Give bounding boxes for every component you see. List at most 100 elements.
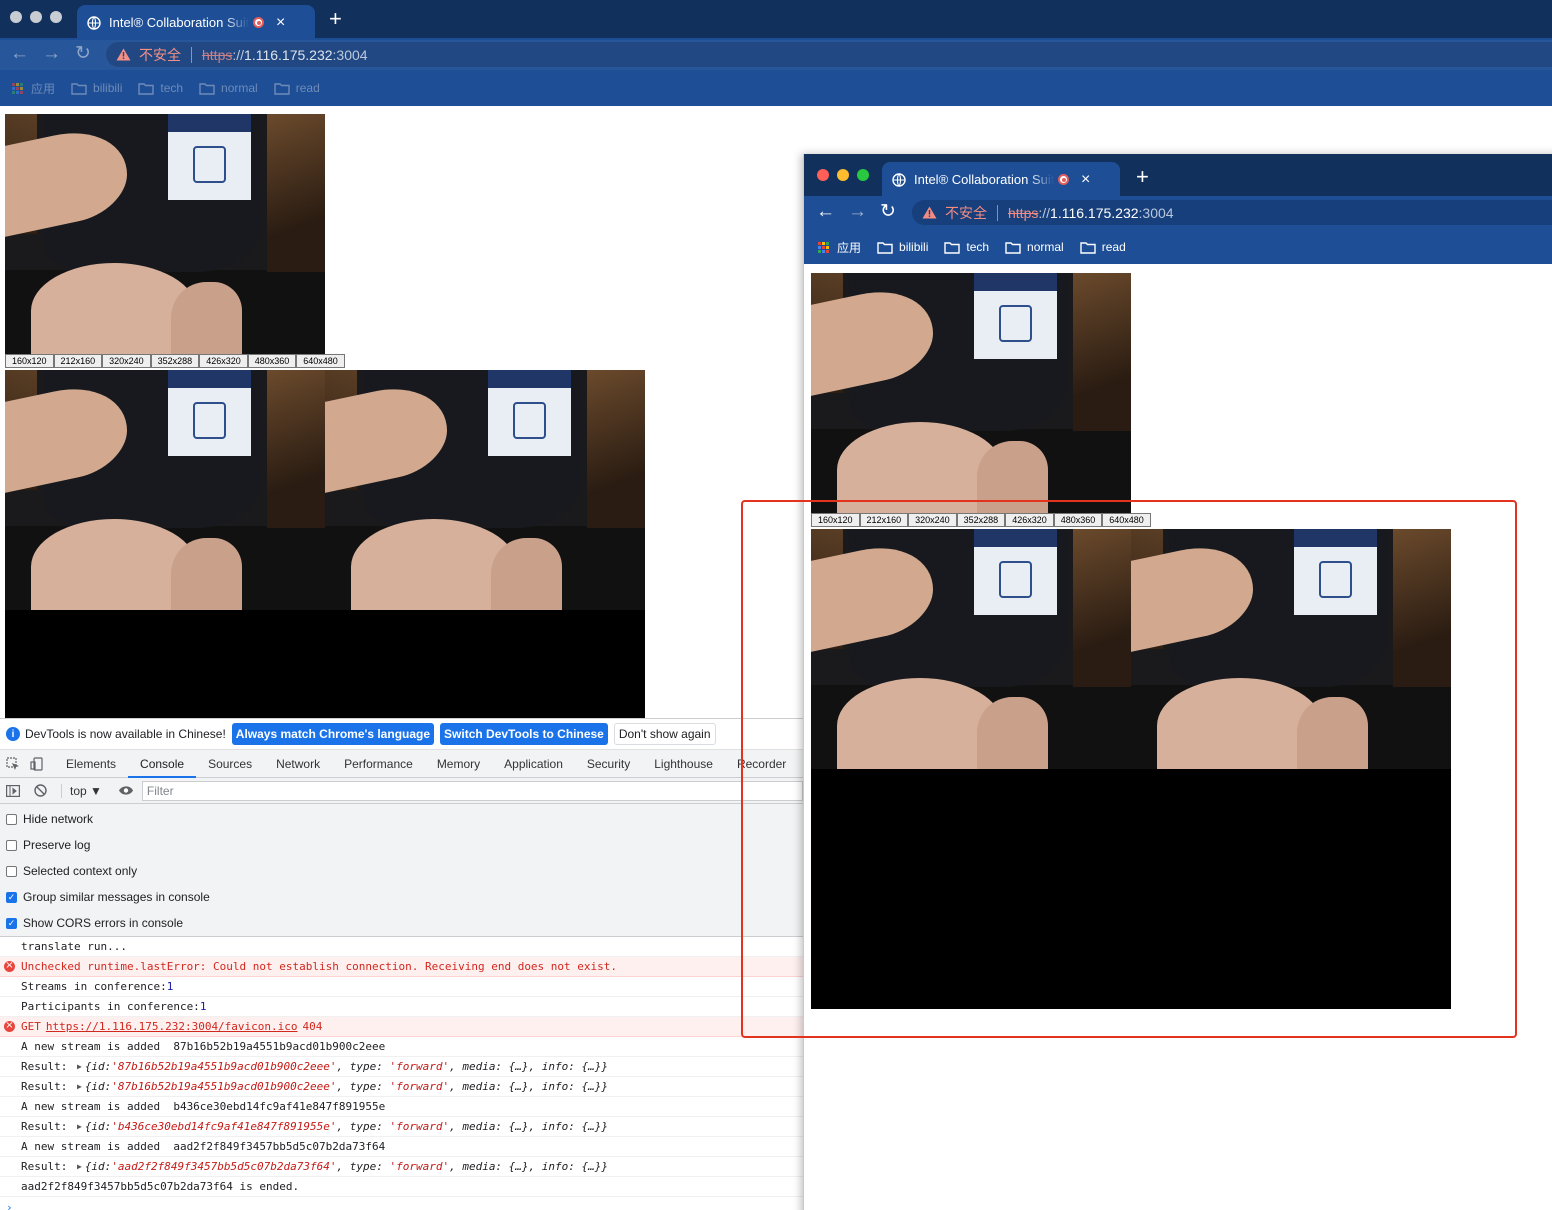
expand-triangle-icon[interactable]: ▶ <box>77 1122 82 1131</box>
reload-icon[interactable]: ↻ <box>880 202 896 221</box>
tab-elements[interactable]: Elements <box>54 750 128 778</box>
window-minimize-dot[interactable] <box>30 11 42 23</box>
bookmark-bilibili[interactable]: bilibili <box>877 240 928 254</box>
resolution-480x360-button[interactable]: 480x360 <box>247 354 297 368</box>
console-error: GEThttps://1.116.175.232:3004/favicon.ic… <box>0 1017 803 1037</box>
console-object[interactable]: Result: ▶ {id: '87b16b52b19a4551b9acd01b9… <box>0 1057 803 1077</box>
resolution-426x320-button[interactable]: 426x320 <box>199 354 248 368</box>
bookmark-read[interactable]: read <box>274 81 320 95</box>
tab-title: Intel® Collaboration Suite for <box>914 172 1054 187</box>
reload-icon[interactable]: ↻ <box>75 44 91 63</box>
bookmark-label: normal <box>1027 240 1064 254</box>
checkbox[interactable] <box>6 839 17 851</box>
remote-video-2 <box>325 370 645 610</box>
checkbox[interactable] <box>6 865 17 877</box>
resolution-212x160-button[interactable]: 212x160 <box>53 354 103 368</box>
tab-performance[interactable]: Performance <box>332 750 425 778</box>
warning-triangle-icon <box>116 48 131 61</box>
resolution-352x288-button[interactable]: 352x288 <box>150 354 200 368</box>
insecure-label: 不安全 <box>945 204 987 221</box>
console-filter-input[interactable]: Filter <box>141 780 803 801</box>
console-toolbar: top ▼ Filter <box>0 778 803 804</box>
setting-selected-context[interactable]: Selected context only <box>0 858 803 884</box>
dont-show-again-button[interactable]: Don't show again <box>613 723 716 745</box>
banner-text: DevTools is now available in Chinese! <box>25 727 226 741</box>
console-object[interactable]: Result: ▶ {id: '87b16b52b19a4551b9acd01b9… <box>0 1077 803 1097</box>
checkbox-checked[interactable] <box>6 891 17 903</box>
bookmark-label: bilibili <box>93 81 123 95</box>
favicon-link[interactable]: https://1.116.175.232:3004/favicon.ico <box>46 1020 298 1033</box>
setting-preserve-log[interactable]: Preserve log <box>0 832 803 858</box>
window-close-dot[interactable] <box>817 169 829 181</box>
browser-tab[interactable]: Intel® Collaboration Suite for × <box>77 5 315 40</box>
expand-triangle-icon[interactable]: ▶ <box>77 1062 82 1071</box>
tab-close-icon[interactable]: × <box>1081 171 1090 189</box>
live-expression-eye-icon[interactable] <box>118 785 134 796</box>
expand-triangle-icon[interactable]: ▶ <box>77 1082 82 1091</box>
apps-grid-icon <box>818 241 829 253</box>
checkbox-checked[interactable] <box>6 917 17 929</box>
console-error: Unchecked runtime.lastError: Could not e… <box>0 957 803 977</box>
url-port: :3004 <box>332 46 368 63</box>
expand-triangle-icon[interactable]: ▶ <box>77 1162 82 1171</box>
back-arrow-icon[interactable]: ← <box>816 202 835 221</box>
folder-icon <box>1080 241 1096 254</box>
new-tab-button[interactable]: + <box>329 6 342 32</box>
main-tabstrip: Intel® Collaboration Suite for × + <box>0 0 1552 40</box>
window-zoom-dot[interactable] <box>857 169 869 181</box>
tab-console[interactable]: Console <box>128 750 197 778</box>
context-selector[interactable]: top ▼ <box>61 783 102 798</box>
bookmark-apps[interactable]: 应用 <box>818 239 861 256</box>
bookmark-apps[interactable]: 应用 <box>12 80 55 97</box>
device-toolbar-icon[interactable] <box>30 756 44 771</box>
remote-video-3-ended <box>5 610 645 718</box>
console-message: translate run... <box>0 937 803 957</box>
sidebar-toggle-icon[interactable] <box>6 784 20 797</box>
checkbox[interactable] <box>6 813 17 825</box>
address-bar[interactable]: 不安全 https :// 1.116.175.232 :3004 <box>106 42 1552 67</box>
bookmark-tech[interactable]: tech <box>944 240 989 254</box>
inspect-element-icon[interactable] <box>6 756 20 771</box>
tab-network[interactable]: Network <box>264 750 332 778</box>
folder-icon <box>199 82 215 95</box>
clear-console-icon[interactable] <box>34 784 47 797</box>
console-object[interactable]: Result: ▶ {id: 'aad2f2f849f3457bb5d5c07b2… <box>0 1157 803 1177</box>
console-message: A new stream is added b436ce30ebd14fc9af… <box>0 1097 803 1117</box>
setting-group-similar[interactable]: Group similar messages in console <box>0 884 803 910</box>
match-language-button[interactable]: Always match Chrome's language <box>231 723 435 745</box>
tab-application[interactable]: Application <box>492 750 575 778</box>
back-arrow-icon[interactable]: ← <box>10 44 29 63</box>
window-zoom-dot[interactable] <box>50 11 62 23</box>
resolution-320x240-button[interactable]: 320x240 <box>102 354 151 368</box>
switch-to-chinese-button[interactable]: Switch DevTools to Chinese <box>440 723 608 745</box>
bookmark-bilibili[interactable]: bilibili <box>71 81 122 95</box>
forward-arrow-icon[interactable]: → <box>848 202 867 221</box>
omnibox-divider <box>997 204 998 221</box>
bookmark-normal[interactable]: normal <box>199 81 258 95</box>
address-bar[interactable]: 不安全 https :// 1.116.175.232 :3004 <box>912 200 1552 225</box>
console-prompt[interactable]: › <box>0 1197 803 1210</box>
console-object[interactable]: Result: ▶ {id: 'b436ce30ebd14fc9af41e847f… <box>0 1117 803 1137</box>
setting-show-cors[interactable]: Show CORS errors in console <box>0 910 803 936</box>
resolution-640x480-button[interactable]: 640x480 <box>296 354 345 368</box>
tab-sources[interactable]: Sources <box>196 750 264 778</box>
folder-icon <box>1005 241 1021 254</box>
local-video-preview <box>5 114 325 354</box>
resolution-160x120-button[interactable]: 160x120 <box>5 354 54 368</box>
window-close-dot[interactable] <box>10 11 22 23</box>
console-message: Streams in conference: 1 <box>0 977 803 997</box>
url-scheme: https <box>202 46 233 63</box>
browser-tab[interactable]: Intel® Collaboration Suite for × <box>882 162 1120 197</box>
setting-hide-network[interactable]: Hide network <box>0 806 803 832</box>
bookmark-tech[interactable]: tech <box>138 81 183 95</box>
bookmark-label: tech <box>966 240 990 254</box>
new-tab-button[interactable]: + <box>1136 164 1149 190</box>
tab-close-icon[interactable]: × <box>276 14 285 32</box>
tab-lighthouse[interactable]: Lighthouse <box>642 750 725 778</box>
bookmark-read[interactable]: read <box>1080 240 1126 254</box>
tab-security[interactable]: Security <box>575 750 642 778</box>
bookmark-normal[interactable]: normal <box>1005 240 1064 254</box>
forward-arrow-icon[interactable]: → <box>42 44 61 63</box>
window-minimize-dot[interactable] <box>837 169 849 181</box>
tab-memory[interactable]: Memory <box>425 750 492 778</box>
